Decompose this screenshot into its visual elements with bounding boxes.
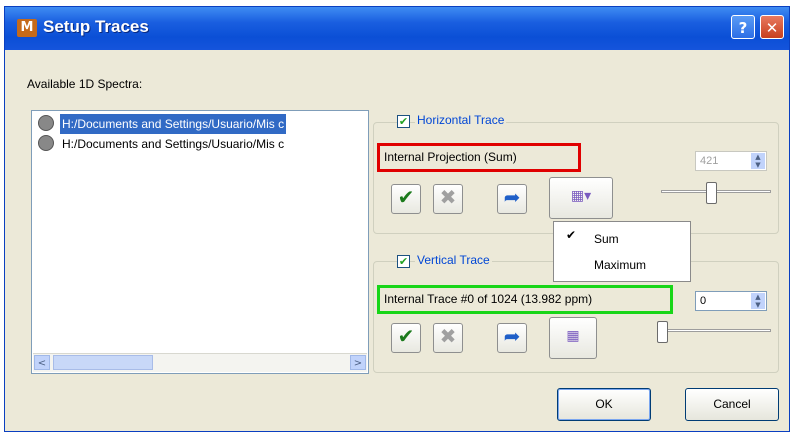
horizontal-trace-checkbox[interactable]: ✔ xyxy=(397,115,410,128)
menu-item-label: Maximum xyxy=(594,258,647,272)
spin-arrows-icon[interactable]: ▲ ▼ xyxy=(751,293,765,309)
list-item[interactable]: H:/Documents and Settings/Usuario/Mis c xyxy=(36,114,364,134)
ok-button[interactable]: OK xyxy=(557,388,651,421)
vertical-remove-button[interactable]: ✖ xyxy=(433,323,463,353)
horizontal-remove-button[interactable]: ✖ xyxy=(433,184,463,214)
app-icon: M xyxy=(17,19,37,37)
vertical-source-field: Internal Trace #0 of 1024 (13.982 ppm) xyxy=(377,285,673,314)
cancel-button[interactable]: Cancel xyxy=(685,388,779,421)
setup-traces-dialog: M Setup Traces ? ✕ Available 1D Spectra:… xyxy=(4,6,790,432)
horizontal-source-field: Internal Projection (Sum) xyxy=(377,143,581,172)
checkmark-icon: ✔ xyxy=(566,228,577,242)
spectrum-icon xyxy=(38,115,54,131)
horizontal-scrollbar[interactable]: < > xyxy=(33,353,367,372)
help-button[interactable]: ? xyxy=(731,15,755,39)
title-bar[interactable]: M Setup Traces ? ✕ xyxy=(5,7,789,50)
check-icon: ✔ xyxy=(398,255,409,268)
horizontal-trace-title: Horizontal Trace xyxy=(415,113,507,127)
vertical-trace-title: Vertical Trace xyxy=(415,253,492,267)
list-item-label: H:/Documents and Settings/Usuario/Mis c xyxy=(60,114,287,134)
projection-menu: ✔ Sum Maximum xyxy=(553,221,691,282)
menu-item-label: Sum xyxy=(594,232,619,246)
horizontal-slider-thumb[interactable] xyxy=(706,182,717,204)
horizontal-redo-button[interactable]: ➦ xyxy=(497,184,527,214)
spin-arrows-icon[interactable]: ▲ ▼ xyxy=(751,153,765,169)
window-title: Setup Traces xyxy=(43,17,149,36)
menu-item-sum[interactable]: ✔ Sum xyxy=(554,228,690,250)
vertical-slider-thumb[interactable] xyxy=(657,321,668,343)
check-icon: ✔ xyxy=(398,115,409,128)
vertical-spinbox[interactable]: 0 ▲ ▼ xyxy=(695,291,767,311)
vertical-spin-value: 0 xyxy=(700,295,707,307)
horizontal-apply-button[interactable]: ✔ xyxy=(391,184,421,214)
scroll-thumb[interactable] xyxy=(53,355,153,370)
scroll-left-button[interactable]: < xyxy=(34,355,50,370)
vertical-projection-button[interactable]: ▦ xyxy=(549,317,597,359)
horizontal-projection-button[interactable]: ▦▾ xyxy=(549,177,613,219)
list-item[interactable]: H:/Documents and Settings/Usuario/Mis c xyxy=(36,134,364,154)
close-button[interactable]: ✕ xyxy=(760,15,784,39)
spectra-list[interactable]: H:/Documents and Settings/Usuario/Mis c … xyxy=(31,110,369,374)
vertical-slider-track[interactable] xyxy=(657,329,771,332)
horizontal-spin-value: 421 xyxy=(700,155,719,167)
vertical-apply-button[interactable]: ✔ xyxy=(391,323,421,353)
vertical-trace-checkbox[interactable]: ✔ xyxy=(397,255,410,268)
spectrum-icon xyxy=(38,135,54,151)
scroll-right-button[interactable]: > xyxy=(350,355,366,370)
list-item-label: H:/Documents and Settings/Usuario/Mis c xyxy=(62,137,285,151)
vertical-redo-button[interactable]: ➦ xyxy=(497,323,527,353)
available-spectra-label: Available 1D Spectra: xyxy=(27,77,143,91)
menu-item-maximum[interactable]: Maximum xyxy=(554,254,690,276)
horizontal-spinbox[interactable]: 421 ▲ ▼ xyxy=(695,151,767,171)
